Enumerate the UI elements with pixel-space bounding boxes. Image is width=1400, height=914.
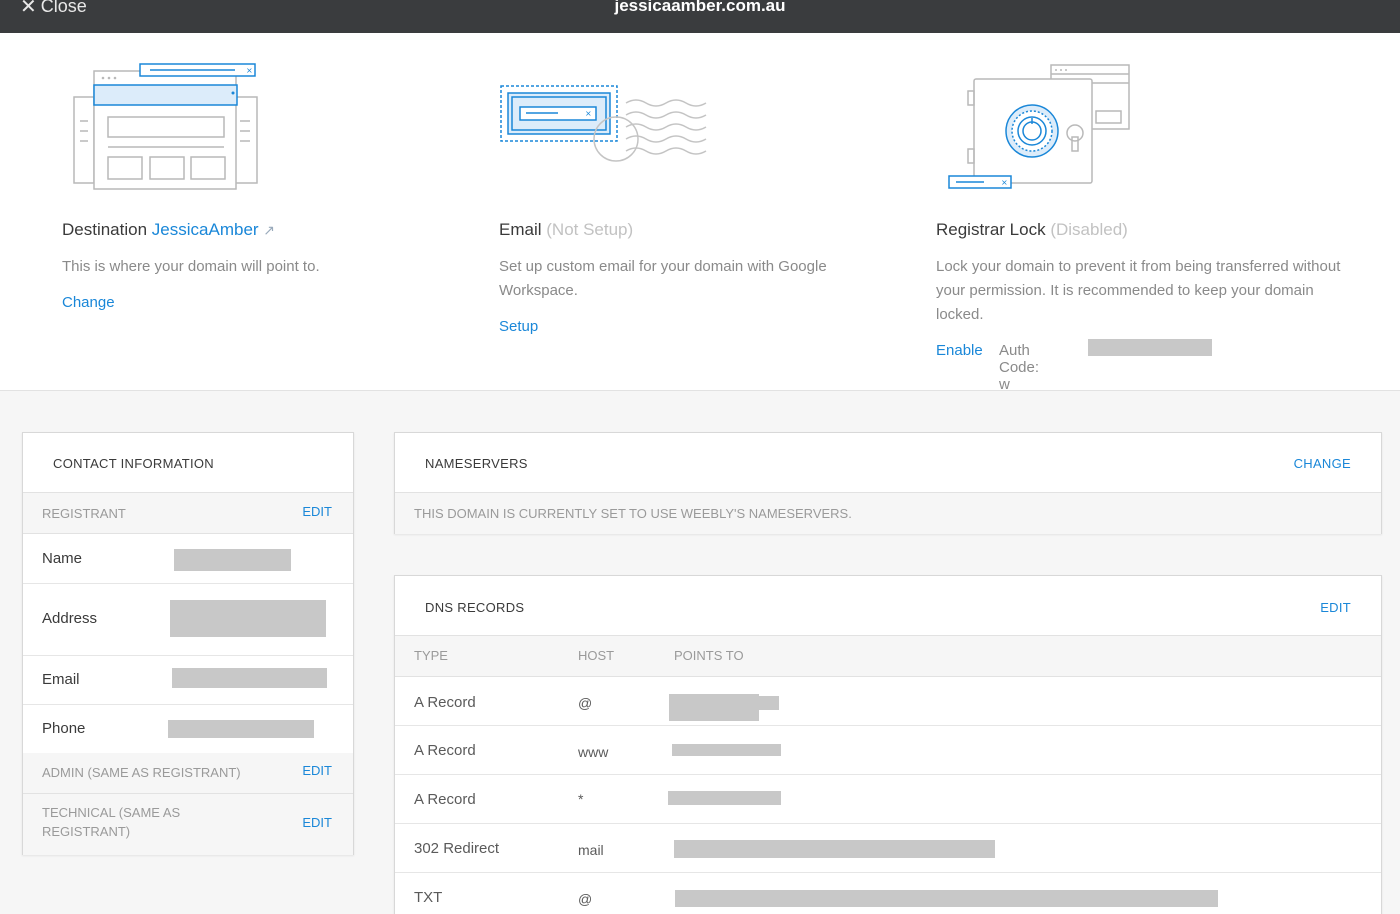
dns-host: mail [578, 842, 604, 858]
dns-host: * [578, 791, 584, 807]
website-illustration-icon: × [73, 63, 258, 190]
dns-type: A Record [414, 694, 476, 711]
dns-host: www [578, 744, 609, 760]
lock-enable-link[interactable]: Enable [936, 342, 983, 359]
lock-title: Registrar Lock (Disabled) [936, 220, 1128, 240]
dns-type: A Record [414, 742, 476, 759]
destination-site-link[interactable]: JessicaAmber [152, 220, 259, 239]
dns-column-header: TYPE HOST POINTS TO [395, 636, 1381, 677]
dns-type: A Record [414, 791, 476, 808]
contact-information-panel: CONTACT INFORMATION REGISTRANT EDIT Name… [22, 432, 354, 855]
address-label: Address [42, 610, 98, 627]
destination-title-text: Destination [62, 220, 148, 239]
dns-row: 302 Redirect mail [395, 824, 1381, 873]
email-status: (Not Setup) [546, 220, 634, 239]
dns-points-to-redacted [668, 791, 781, 805]
nameservers-note: THIS DOMAIN IS CURRENTLY SET TO USE WEEB… [414, 506, 852, 521]
dns-host: @ [578, 695, 593, 711]
top-bar: ✕ Close jessicaamber.com.au [0, 0, 1400, 33]
dns-header: DNS RECORDS EDIT [395, 576, 1381, 636]
dns-host: @ [578, 891, 593, 907]
domain-title: jessicaamber.com.au [614, 0, 786, 15]
auth-code-redacted [1088, 339, 1212, 356]
dns-row: TXT @ [395, 873, 1381, 914]
nameservers-title: NAMESERVERS [425, 456, 528, 471]
technical-row: TECHNICAL (SAME AS REGISTRANT) EDIT [23, 794, 353, 855]
destination-description: This is where your domain will point to. [62, 258, 320, 275]
destination-change-link[interactable]: Change [62, 294, 115, 311]
technical-label: TECHNICAL (SAME AS REGISTRANT) [42, 805, 181, 839]
email-stamp-illustration-icon: × [500, 85, 707, 162]
phone-value-redacted [168, 720, 314, 738]
email-description: Set up custom email for your domain with… [499, 258, 827, 299]
svg-text:×: × [1001, 178, 1008, 187]
admin-edit-button[interactable]: EDIT [302, 763, 332, 778]
nameservers-change-button[interactable]: CHANGE [1294, 456, 1351, 471]
external-link-icon[interactable]: ↗ [263, 222, 275, 238]
admin-label: ADMIN (SAME AS REGISTRANT) [42, 765, 241, 780]
technical-edit-button[interactable]: EDIT [302, 815, 332, 830]
nameservers-header: NAMESERVERS CHANGE [395, 433, 1381, 493]
dns-type: TXT [414, 889, 443, 906]
dns-points-to-redacted [759, 696, 779, 710]
name-value-redacted [174, 549, 291, 571]
lock-title-text: Registrar Lock [936, 220, 1046, 239]
dns-points-to-redacted [672, 744, 781, 756]
destination-title: Destination JessicaAmber ↗ [62, 220, 275, 240]
host-column-header: HOST [578, 648, 615, 663]
dns-points-to-redacted [675, 890, 1218, 907]
dns-records-panel: DNS RECORDS EDIT TYPE HOST POINTS TO A R… [394, 575, 1382, 914]
nameservers-panel: NAMESERVERS CHANGE THIS DOMAIN IS CURREN… [394, 432, 1382, 534]
lock-description: Lock your domain to prevent it from bein… [936, 258, 1341, 323]
contact-panel-header: CONTACT INFORMATION [23, 433, 353, 493]
email-title: Email (Not Setup) [499, 220, 633, 240]
name-field-row: Name [23, 534, 353, 584]
points-to-column-header: POINTS TO [674, 648, 744, 663]
lock-status: (Disabled) [1050, 220, 1128, 239]
auth-code-label: Auth Code: w [999, 342, 1040, 393]
dns-row: A Record @ [395, 677, 1381, 726]
email-label: Email [42, 671, 80, 688]
admin-row: ADMIN (SAME AS REGISTRANT) EDIT [23, 753, 353, 794]
phone-field-row: Phone [23, 705, 353, 753]
dns-points-to-redacted [674, 840, 995, 858]
dns-row: A Record * [395, 775, 1381, 824]
phone-label: Phone [42, 720, 86, 737]
email-title-text: Email [499, 220, 542, 239]
dns-points-to-redacted [669, 694, 759, 721]
contact-panel-title: CONTACT INFORMATION [53, 456, 214, 471]
address-field-row: Address [23, 584, 353, 656]
email-field-row: Email [23, 656, 353, 705]
dns-title: DNS RECORDS [425, 600, 525, 615]
address-value-redacted [170, 600, 326, 637]
dns-edit-button[interactable]: EDIT [1320, 600, 1351, 615]
features-section: × Destination JessicaAmber ↗ This is whe… [0, 33, 1400, 393]
registrant-label: REGISTRANT [42, 506, 126, 521]
registrant-row: REGISTRANT EDIT [23, 493, 353, 534]
registrant-edit-button[interactable]: EDIT [302, 504, 332, 519]
svg-text:×: × [585, 109, 592, 118]
safe-lock-illustration-icon: × [948, 64, 1130, 189]
type-column-header: TYPE [414, 648, 448, 663]
dns-row: A Record www [395, 726, 1381, 775]
dns-type: 302 Redirect [414, 840, 500, 857]
email-setup-link[interactable]: Setup [499, 318, 538, 335]
svg-text:×: × [246, 66, 253, 75]
nameservers-note-row: THIS DOMAIN IS CURRENTLY SET TO USE WEEB… [395, 493, 1381, 534]
email-value-redacted [172, 668, 327, 688]
name-label: Name [42, 550, 83, 567]
